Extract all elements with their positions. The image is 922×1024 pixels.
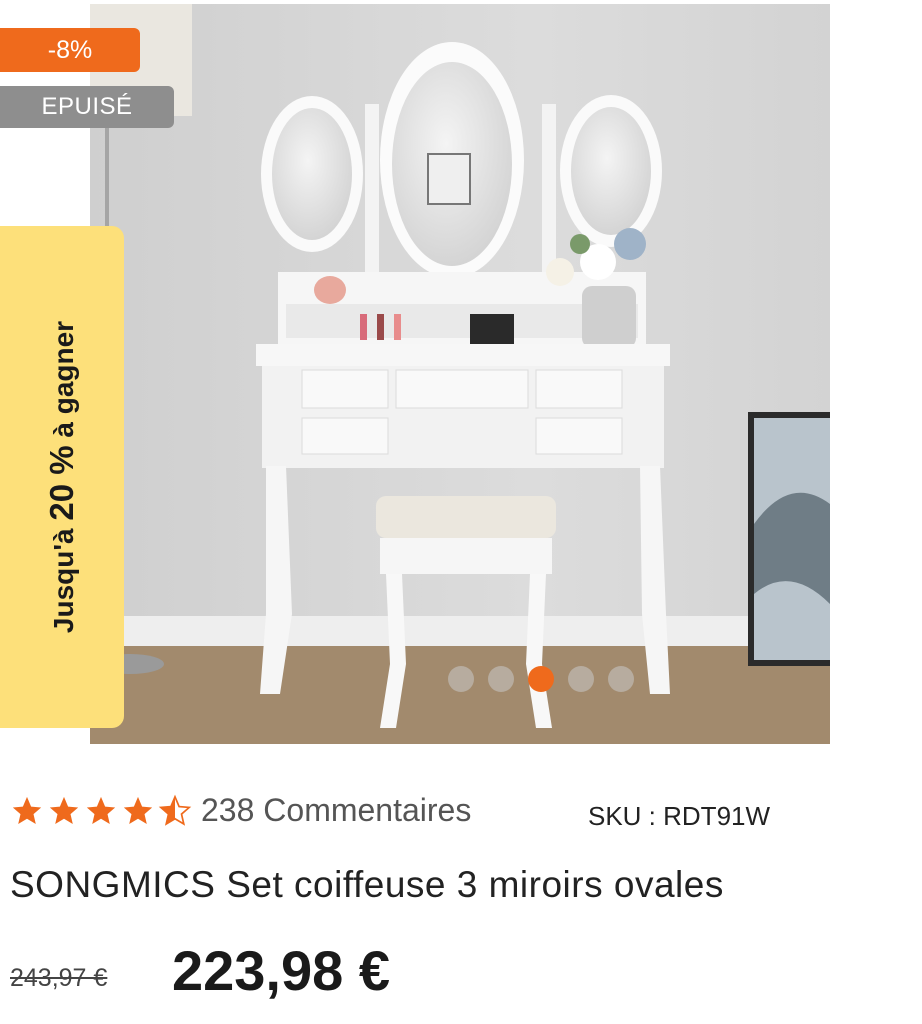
old-price: 243,97 €: [10, 964, 108, 992]
product-image: [90, 4, 830, 744]
carousel-dots[interactable]: [448, 666, 634, 692]
star-full-icon: [123, 796, 153, 824]
star-full-icon: [86, 796, 116, 824]
star-rating: [10, 794, 192, 828]
promo-suffix: à gagner: [48, 320, 80, 446]
discount-badge: -8%: [0, 28, 140, 72]
carousel-dot[interactable]: [568, 666, 594, 692]
carousel-dot[interactable]: [488, 666, 514, 692]
current-price: 223,98 €: [172, 939, 390, 1002]
product-image-gallery[interactable]: [90, 4, 830, 744]
sold-out-badge: EPUISÉ: [0, 86, 174, 128]
promo-tab[interactable]: Jusqu'à 20 % à gagner: [0, 226, 124, 728]
promo-text: Jusqu'à 20 % à gagner: [43, 321, 81, 633]
promo-prefix: Jusqu'à: [48, 520, 80, 634]
carousel-dot-active[interactable]: [528, 666, 554, 692]
star-half-icon: [158, 794, 192, 826]
sku-label: SKU : RDT91W: [588, 801, 771, 831]
rating-row[interactable]: 238 Commentaires: [10, 792, 471, 829]
product-title: SONGMICS Set coiffeuse 3 miroirs ovales: [10, 864, 724, 905]
reviews-link[interactable]: 238 Commentaires: [201, 792, 471, 829]
carousel-dot[interactable]: [608, 666, 634, 692]
star-full-icon: [12, 796, 42, 824]
promo-value: 20 %: [43, 445, 81, 521]
carousel-dot[interactable]: [448, 666, 474, 692]
star-full-icon: [49, 796, 79, 824]
